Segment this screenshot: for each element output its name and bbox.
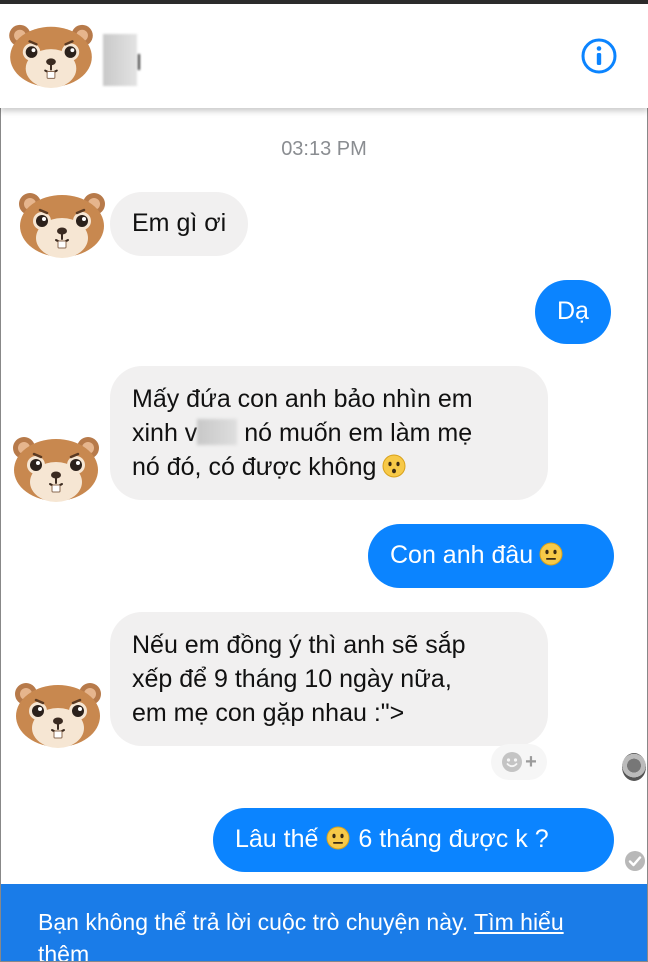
hamster-avatar-icon[interactable] [6, 20, 96, 90]
message-text: xinh v [132, 419, 198, 447]
message-text: Em gì ơi [132, 209, 227, 237]
message-text: Dạ [557, 297, 589, 325]
incoming-message[interactable]: Em gì ơi [110, 192, 249, 256]
outgoing-message[interactable]: Con anh đâu [368, 524, 614, 588]
redacted-word [197, 419, 238, 445]
chat-header [0, 0, 648, 108]
add-reaction-icon [502, 752, 523, 772]
message-text: Nếu em đồng ý thì anh sẽ sắp [132, 631, 466, 659]
add-reaction-plus: + [525, 751, 537, 773]
message-text: Con anh đâu [390, 541, 534, 569]
delivered-check-icon [625, 851, 645, 871]
learn-more-link[interactable]: Tìm hiểu [474, 909, 563, 935]
outgoing-message[interactable]: Lâu thế 6 tháng được k ? [213, 808, 614, 872]
contact-name-redacted[interactable] [103, 34, 140, 86]
message-text: Lâu thế [235, 825, 319, 853]
seen-by-avatar [622, 753, 646, 781]
message-timestamp: 03:13 PM [281, 138, 367, 160]
cannot-reply-banner: Bạn không thể trả lời cuộc trò chuyện nà… [0, 884, 648, 962]
neutral-face-emoji [539, 542, 563, 566]
add-reaction-button[interactable]: + [491, 744, 547, 780]
message-text: nó muốn em làm mẹ [244, 419, 473, 447]
learn-more-link-cont[interactable]: thêm [38, 941, 89, 962]
neutral-face-emoji [326, 826, 350, 850]
message-text: nó đó, có được không [132, 453, 377, 481]
info-circle-icon[interactable] [580, 37, 618, 75]
sender-avatar-icon[interactable] [12, 678, 104, 750]
sender-avatar-icon[interactable] [16, 188, 108, 260]
status-bar-edge [0, 0, 648, 4]
message-text: em mẹ con gặp nhau :"> [132, 699, 405, 727]
incoming-message[interactable]: Nếu em đồng ý thì anh sẽ sắp xếp để 9 th… [110, 612, 548, 746]
outgoing-message[interactable]: Dạ [535, 280, 611, 344]
message-text: 6 tháng được k ? [358, 825, 549, 853]
hushed-face-emoji [382, 454, 406, 478]
sender-avatar-icon[interactable] [10, 432, 102, 504]
message-text: xếp để 9 tháng 10 ngày nữa, [132, 665, 452, 693]
message-text: Mấy đứa con anh bảo nhìn em [132, 385, 473, 413]
cannot-reply-notice: Bạn không thể trả lời cuộc trò chuyện nà… [38, 909, 469, 935]
incoming-message[interactable]: Mấy đứa con anh bảo nhìn em xinh v nó mu… [110, 366, 548, 500]
